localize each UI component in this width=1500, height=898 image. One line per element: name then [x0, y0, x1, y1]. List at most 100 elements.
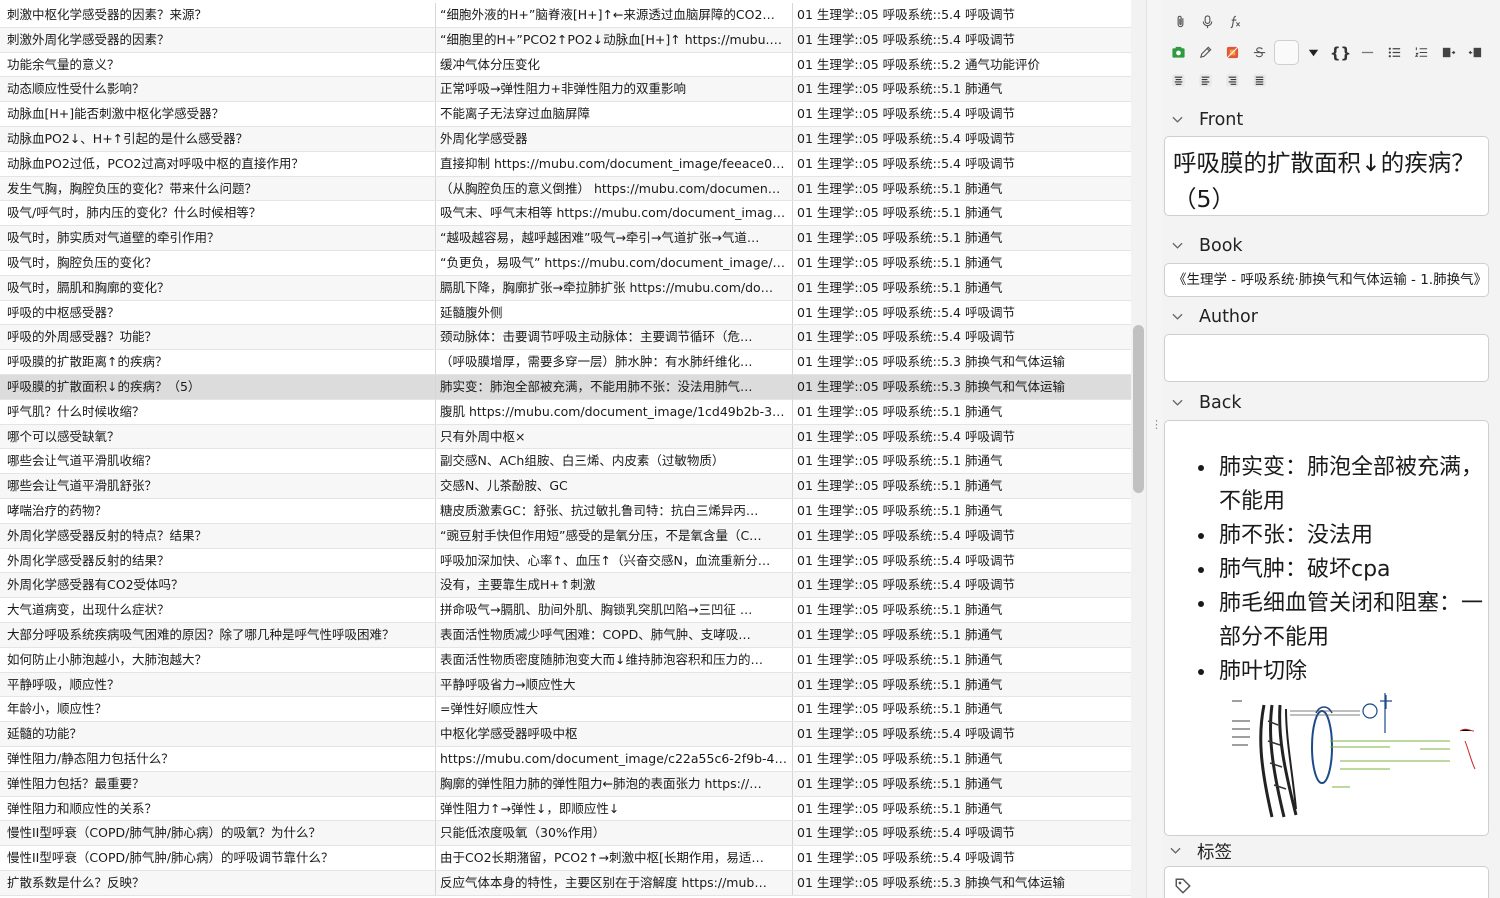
question-cell: 延髓的功能？ [0, 722, 436, 746]
table-row[interactable]: 动脉血PO2过低，PCO2过高对呼吸中枢的直接作用？ 直接抑制 https://m… [0, 151, 1131, 177]
question-cell: 刺激外周化学感受器的因素？ [0, 27, 436, 52]
back-field-editor[interactable]: 肺实变：肺泡全部被充满，不能用肺不张：没法用肺气肿：破坏cpa肺毛细血管关闭和阻… [1164, 420, 1489, 836]
question-cell: 哮喘治疗的药物？ [0, 498, 436, 523]
table-row[interactable]: 平静呼吸，顺应性？ 平静呼吸省力→顺应性大 01 生理学::05 呼吸系统::5.1… [0, 672, 1131, 698]
table-row[interactable]: 刺激外周化学感受器的因素？ “细胞里的H+”PCO2↑PO2↓动脉血[H+]↑ h… [0, 27, 1131, 53]
table-row[interactable]: 呼气肌？什么时候收缩？ 腹肌 https://mubu.com/document_… [0, 399, 1131, 425]
table-row[interactable]: 扩散系数是什么？反映？ 反应气体本身的特性，主要区别在于溶解度 https://m… [0, 870, 1131, 896]
question-cell: 弹性阻力包括？最重要？ [0, 771, 436, 796]
chevron-down-icon[interactable] [1172, 397, 1185, 410]
table-row-selected[interactable]: 呼吸膜的扩散面积↓的疾病？（5） 肺实变：肺泡全部被充满，不能用肺不张：没法用肺气… [0, 374, 1131, 400]
table-row[interactable]: 年龄小，顺应性？ =弹性好顺应性大 01 生理学::05 呼吸系统::5.1 肺通气 [0, 697, 1131, 723]
table-row[interactable]: 延髓的功能？ 中枢化学感受器呼吸中枢 01 生理学::05 呼吸系统::5.4 呼吸… [0, 722, 1131, 747]
table-row[interactable]: 外周化学感受器反射的特点？结果？ “豌豆射手快但作用短”感受的是氧分压，不是氧含量… [0, 523, 1131, 549]
deck-cell: 01 生理学::05 呼吸系统::5.2 通气功能评价 [797, 56, 1040, 72]
question-cell: 如何防止小肺泡越小，大肺泡越大？ [0, 647, 436, 672]
pane-splitter[interactable]: ⋮ [1146, 0, 1163, 898]
question-cell: 慢性II型呼衰（COPD/肺气肿/肺心病）的吸氧？为什么？ [0, 821, 436, 846]
table-row[interactable]: 慢性II型呼衰（COPD/肺气肿/肺心病）的呼吸调节靠什么？ 由于CO2长期潴留，… [0, 846, 1131, 871]
align-right-icon[interactable] [1220, 68, 1245, 93]
table-row[interactable]: 哮喘治疗的药物？ 糖皮质激素GC：舒张、抗过敏扎鲁司特：抗白三烯异丙… 01 生理学… [0, 498, 1131, 524]
answer-cell: 不能离子无法穿过血脑屏障 [436, 102, 793, 126]
table-row[interactable]: 动脉血[H+]能否刺激中枢化学感受器？ 不能离子无法穿过血脑屏障 01 生理学::0… [0, 102, 1131, 127]
numbered-list-icon[interactable] [1409, 40, 1434, 65]
align-justify-icon[interactable] [1247, 68, 1272, 93]
deck-cell: 01 生理学::05 呼吸系统::5.4 呼吸调节 [797, 31, 1015, 47]
table-row[interactable]: 呼吸的中枢感受器？ 延髓腹外侧 01 生理学::05 呼吸系统::5.4 呼吸调节 [0, 300, 1131, 326]
table-row[interactable]: 吸气时，肺实质对气道壁的牵引作用？ “越吸越容易，越呼越困难”吸气→牵引→气道扩张… [0, 226, 1131, 251]
front-field-header[interactable]: Front [1172, 110, 1243, 130]
align-left-icon[interactable] [1193, 68, 1218, 93]
tags-field-header[interactable]: 标签 [1170, 839, 1232, 864]
table-row[interactable]: 哪些会让气道平滑肌收缩？ 副交感N、ACh组胺、白三烯、内皮素（过敏物质） 01 生… [0, 449, 1131, 475]
author-field-header[interactable]: Author [1172, 307, 1258, 327]
table-row[interactable]: 慢性II型呼衰（COPD/肺气肿/肺心病）的吸氧？为什么？ 只能低浓度吸氧（30%… [0, 821, 1131, 847]
outdent-icon[interactable] [1463, 40, 1488, 65]
table-row[interactable]: 弹性阻力/静态阻力包括什么？ https://mubu.com/document_… [0, 746, 1131, 772]
image-occlusion-icon[interactable] [1166, 40, 1191, 65]
table-row[interactable]: 呼吸膜的扩散距离↑的疾病？ （呼吸膜增厚，需要多穿一层）肺水肿：有水肺纤维化… 01… [0, 350, 1131, 375]
respiratory-membrane-diagram-image[interactable] [1220, 691, 1488, 827]
answer-cell: 中枢化学感受器呼吸中枢 [436, 722, 793, 746]
chevron-down-icon[interactable] [1172, 114, 1185, 127]
blank-format-button[interactable] [1274, 40, 1299, 65]
chevron-down-icon[interactable] [1172, 240, 1185, 253]
table-row[interactable]: 发生气胸，胸腔负压的变化？带来什么问题？ （从胸腔负压的意义倒推） https:/… [0, 176, 1131, 202]
dropdown-arrow-icon[interactable] [1301, 40, 1326, 65]
table-row[interactable]: 吸气时，胸腔负压的变化？ “负更负，易吸气” https://mubu.com/d… [0, 250, 1131, 276]
deck-cell: 01 生理学::05 呼吸系统::5.4 呼吸调节 [797, 527, 1015, 543]
front-field-label: Front [1199, 110, 1244, 130]
table-row[interactable]: 弹性阻力包括？最重要？ 胸廓的弹性阻力肺的弹性阻力←肺泡的表面张力 https:/… [0, 771, 1131, 797]
table-row[interactable]: 动态顺应性受什么影响？ 正常呼吸→弹性阻力+非弹性阻力的双重影响 01 生理学::0… [0, 77, 1131, 103]
answer-cell: 平静呼吸省力→顺应性大 [436, 672, 793, 697]
table-row[interactable]: 大部分呼吸系统疾病吸气困难的原因？除了哪几种是呼气性呼吸困难？ 表面活性物质减少呼… [0, 622, 1131, 648]
back-bullet-list: 肺实变：肺泡全部被充满，不能用肺不张：没法用肺气肿：破坏cpa肺毛细血管关闭和阻… [1165, 451, 1488, 689]
table-row[interactable]: 吸气时，膈肌和胸廓的变化？ 膈肌下降，胸廓扩张→牵拉肺扩张 https://mub… [0, 275, 1131, 301]
deck-cell: 01 生理学::05 呼吸系统::5.1 肺通气 [797, 602, 1003, 618]
microphone-icon[interactable] [1195, 9, 1220, 34]
function-icon[interactable] [1222, 9, 1247, 34]
front-field-editor[interactable]: 呼吸膜的扩散面积↓的疾病？（5） [1164, 136, 1489, 216]
chevron-down-icon[interactable] [1172, 311, 1185, 324]
horizontal-rule-icon[interactable] [1355, 40, 1380, 65]
table-row[interactable]: 大气道病变，出现什么症状？ 拼命吸气→膈肌、肋间外肌、胸锁乳突肌凹陷→三凹征 … 0… [0, 598, 1131, 623]
table-row[interactable]: 弹性阻力和顺应性的关系？ 弹性阻力↑→弹性↓，即顺应性↓ 01 生理学::05 呼吸… [0, 796, 1131, 822]
table-row[interactable]: 吸气/呼气时，肺内压的变化？什么时候相等？ 吸气末、呼气末相等 https://m… [0, 201, 1131, 227]
paperclip-icon[interactable] [1168, 9, 1193, 34]
question-cell: 哪个可以感受缺氧？ [0, 424, 436, 449]
deck-cell: 01 生理学::05 呼吸系统::5.1 肺通气 [797, 800, 1003, 816]
table-scrollbar-thumb[interactable] [1133, 325, 1144, 493]
answer-cell: 副交感N、ACh组胺、白三烯、内皮素（过敏物质） [436, 449, 793, 474]
deck-cell: 01 生理学::05 呼吸系统::5.3 肺换气和气体运输 [797, 874, 1065, 890]
table-row[interactable]: 如何防止小肺泡越小，大肺泡越大？ 表面活性物质密度随肺泡变大而↓维持肺泡容积和压力… [0, 647, 1131, 673]
strikethrough-icon[interactable] [1247, 40, 1272, 65]
answer-cell: “越吸越容易，越呼越困难”吸气→牵引→气道扩张→气道… [436, 226, 793, 250]
toolbar-row-3 [1166, 68, 1272, 93]
indent-icon[interactable] [1436, 40, 1461, 65]
author-field-editor[interactable] [1164, 334, 1489, 382]
book-field-header[interactable]: Book [1172, 236, 1243, 256]
bullet-list-icon[interactable] [1382, 40, 1407, 65]
toolbar-row-2: {} [1166, 40, 1488, 65]
chevron-down-icon[interactable] [1170, 845, 1183, 858]
answer-cell: 肺实变：肺泡全部被充满，不能用肺不张：没法用肺气… [436, 374, 793, 399]
table-row[interactable]: 刺激中枢化学感受器的因素？来源？ “细胞外液的H+”脑脊液[H+]↑←来源透过血脑… [0, 3, 1131, 28]
back-field-header[interactable]: Back [1172, 393, 1242, 413]
back-list-item: 肺叶切除 [1217, 655, 1488, 689]
table-row[interactable]: 哪些会让气道平滑肌舒张？ 交感N、儿茶酚胺、GC 01 生理学::05 呼吸系统::… [0, 474, 1131, 499]
table-row[interactable]: 哪个可以感受缺氧？ 只有外周中枢× 01 生理学::05 呼吸系统::5.4 呼吸调… [0, 424, 1131, 450]
table-row[interactable]: 呼吸的外周感受器？功能？ 颈动脉体：击要调节呼吸主动脉体：主要调节循环（危… 01 … [0, 325, 1131, 351]
curly-braces-icon[interactable]: {} [1328, 40, 1353, 65]
tags-input[interactable] [1164, 866, 1489, 898]
answer-cell: 膈肌下降，胸廓扩张→牵拉肺扩张 https://mubu.com/do… [436, 275, 793, 300]
table-row[interactable]: 外周化学感受器有CO2受体吗？ 没有，主要靠生成H+↑刺激 01 生理学::05 呼… [0, 573, 1131, 599]
align-center-icon[interactable] [1166, 68, 1191, 93]
table-row[interactable]: 外周化学感受器反射的结果？ 呼吸加深加快、心率↑、血压↑（兴奋交感N，血流重新分…… [0, 548, 1131, 574]
book-field-editor[interactable]: 《生理学 - 呼吸系统·肺换气和气体运输 - 1.肺换气》 [1164, 263, 1489, 297]
table-scrollbar[interactable] [1131, 0, 1146, 898]
pencil-icon[interactable] [1193, 40, 1218, 65]
table-row[interactable]: 动脉血PO2↓、H+↑引起的是什么感受器？ 外周化学感受器 01 生理学::05 呼… [0, 126, 1131, 152]
table-row[interactable]: 功能余气量的意义？ 缓冲气体分压变化 01 生理学::05 呼吸系统::5.2 通气… [0, 52, 1131, 78]
answer-cell: 表面活性物质密度随肺泡变大而↓维持肺泡容积和压力的… [436, 647, 793, 672]
color-picker-icon[interactable] [1220, 40, 1245, 65]
